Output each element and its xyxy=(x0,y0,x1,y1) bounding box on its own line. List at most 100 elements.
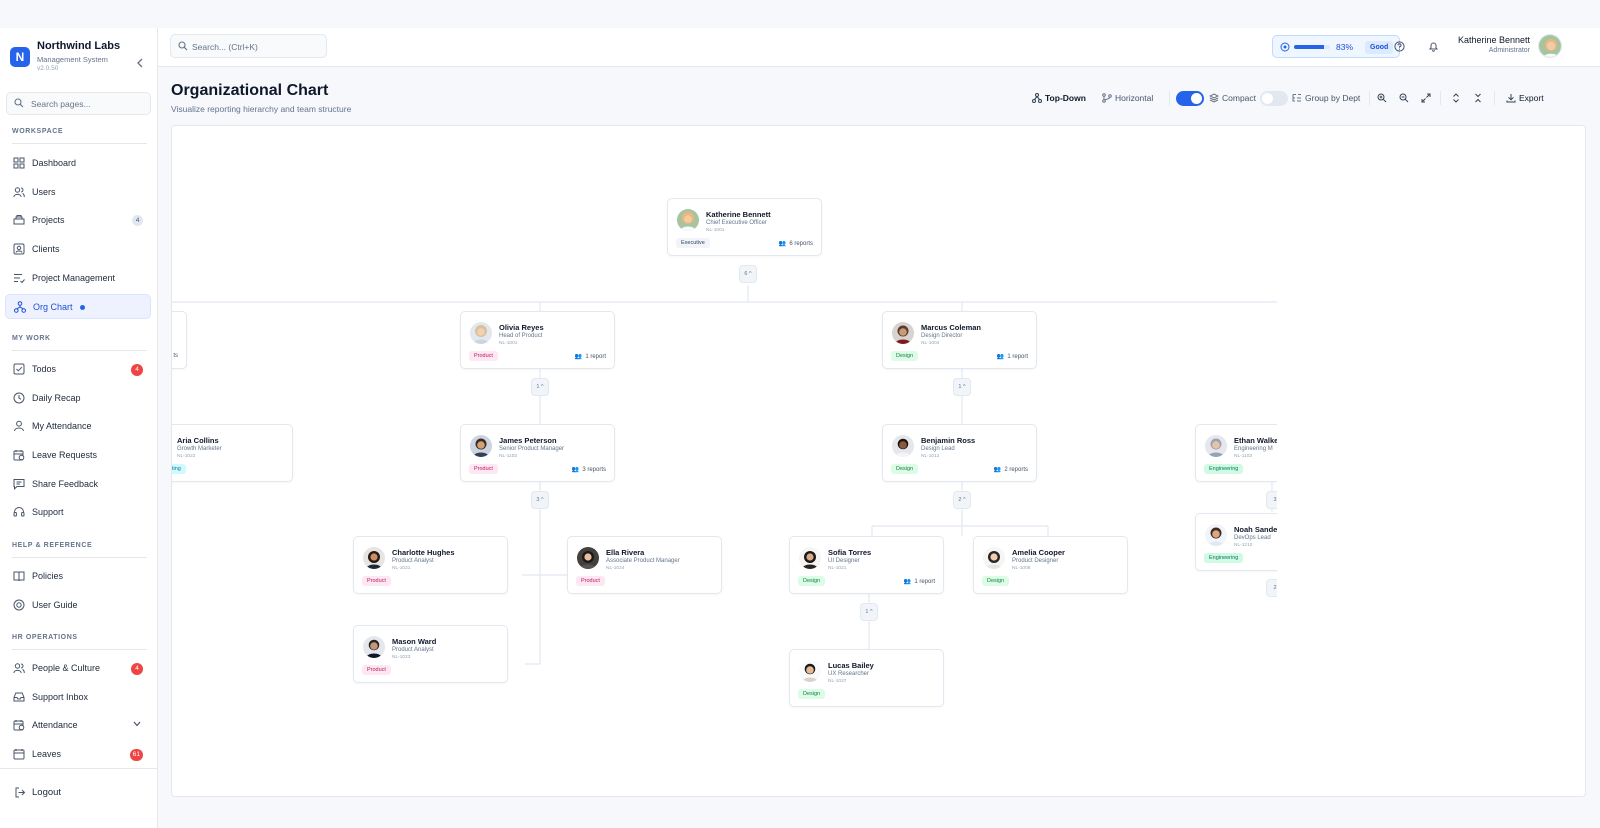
department-badge: Product xyxy=(576,576,605,586)
sidebar-item-clients[interactable]: Clients xyxy=(5,237,151,262)
org-card-sofia-torres[interactable]: Sofia Torres UI Designer NL-1021 Design … xyxy=(789,536,944,594)
person-title: DevOps Lead xyxy=(1234,535,1271,541)
person-id: NL-1021 xyxy=(828,566,847,571)
person-name: Ella Rivera xyxy=(606,548,645,557)
sidebar-item-people-culture[interactable]: People & Culture 4 xyxy=(5,656,151,681)
user-name[interactable]: Katherine Bennett xyxy=(1458,35,1530,45)
user-avatar[interactable] xyxy=(1538,34,1562,58)
org-card-mason-ward[interactable]: Mason Ward Product Analyst NL-1023 Produ… xyxy=(353,625,508,683)
expand-toggle-button[interactable]: 1 ^ xyxy=(860,603,878,621)
sidebar-item-org-chart[interactable]: Org Chart xyxy=(5,294,151,319)
org-chart-canvas[interactable]: Katherine Bennett Chief Executive Office… xyxy=(171,125,1586,797)
sidebar-item-projects[interactable]: Projects 4 xyxy=(5,208,151,233)
department-badge: Product xyxy=(362,665,391,675)
sidebar-item-project-management[interactable]: Project Management xyxy=(5,266,151,291)
expand-toggle-button[interactable]: 1 ^ xyxy=(953,378,971,396)
collapse-all-icon[interactable] xyxy=(1473,93,1483,103)
avatar xyxy=(363,547,385,569)
org-card-lucas-bailey[interactable]: Lucas Bailey UX Researcher NL-1037 Desig… xyxy=(789,649,944,707)
org-card-aria-collins[interactable]: Aria Collins Growth Marketer NL-1022 tin… xyxy=(172,424,293,482)
org-card-james-peterson[interactable]: James Peterson Senior Product Manager NL… xyxy=(460,424,615,482)
brand[interactable]: N Northwind Labs Management System v2.0.… xyxy=(8,38,153,74)
expand-toggle-button[interactable]: 3 xyxy=(1266,491,1277,509)
projects-count-badge: 4 xyxy=(132,215,143,226)
top-down-label: Top-Down xyxy=(1045,93,1086,103)
sidebar-item-attendance[interactable]: Attendance xyxy=(5,713,151,738)
org-card-olivia-reyes[interactable]: Olivia Reyes Head of Product NL-1001 Pro… xyxy=(460,311,615,369)
users-icon: 👥 xyxy=(993,467,1002,473)
person-name: Noah Sande xyxy=(1234,525,1277,534)
sidebar-item-label: People & Culture xyxy=(32,663,101,673)
divider xyxy=(12,649,147,650)
sidebar-item-dashboard[interactable]: Dashboard xyxy=(5,151,151,176)
sidebar-item-leaves[interactable]: Leaves 61 xyxy=(5,742,151,767)
org-card-ethan-walker[interactable]: Ethan Walke Engineering M NL-1103 Engine… xyxy=(1195,424,1277,482)
sidebar-search-placeholder: Search pages... xyxy=(31,99,91,109)
zoom-in-icon[interactable] xyxy=(1377,93,1387,103)
compact-toggle[interactable] xyxy=(1176,91,1204,106)
sidebar-item-daily-recap[interactable]: Daily Recap xyxy=(5,386,151,411)
org-card-charlotte-hughes[interactable]: Charlotte Hughes Product Analyst NL-1021… xyxy=(353,536,508,594)
group-by-dept-toggle[interactable] xyxy=(1260,91,1288,106)
users-icon xyxy=(13,187,25,198)
bell-icon[interactable] xyxy=(1428,41,1439,52)
sidebar-item-label: User Guide xyxy=(32,600,78,610)
global-search-input[interactable]: Search... (Ctrl+K) xyxy=(170,34,327,58)
sidebar-item-support[interactable]: Support xyxy=(5,500,151,525)
sidebar-search-input[interactable]: Search pages... xyxy=(6,92,151,115)
chevron-left-icon xyxy=(137,58,143,68)
sidebar-item-policies[interactable]: Policies xyxy=(5,564,151,589)
group-by-dept-label: Group by Dept xyxy=(1305,93,1361,103)
sidebar-item-label: Clients xyxy=(32,244,60,254)
logout-button[interactable]: Logout xyxy=(5,780,151,805)
toggle-knob xyxy=(1191,93,1202,104)
expand-toggle-button[interactable]: 2 ^ xyxy=(953,491,971,509)
sidebar-item-share-feedback[interactable]: Share Feedback xyxy=(5,472,151,497)
logout-icon xyxy=(15,787,26,798)
expand-toggle-button[interactable]: 3 ^ xyxy=(531,491,549,509)
users-icon: 👥 xyxy=(571,467,580,473)
sidebar-item-label: My Attendance xyxy=(32,421,92,431)
person-id: NL-1037 xyxy=(828,679,847,684)
org-card-marcus-coleman[interactable]: Marcus Coleman Design Director NL-1004 D… xyxy=(882,311,1037,369)
expand-toggle-button[interactable]: 6 ^ xyxy=(739,265,757,283)
maximize-icon[interactable] xyxy=(1421,93,1431,103)
person-id: NL-1022 xyxy=(177,454,196,459)
person-name: Charlotte Hughes xyxy=(392,548,455,557)
sidebar-item-user-guide[interactable]: User Guide xyxy=(5,593,151,618)
sidebar-item-label: Dashboard xyxy=(32,158,77,168)
sidebar-item-label: Projects xyxy=(32,215,65,225)
zoom-out-icon[interactable] xyxy=(1399,93,1409,103)
sidebar-item-todos[interactable]: Todos 4 xyxy=(5,357,151,382)
expand-toggle-button[interactable]: 2 xyxy=(1266,579,1277,597)
org-card-amelia-cooper[interactable]: Amelia Cooper Product Designer NL-1008 D… xyxy=(973,536,1128,594)
performance-indicator[interactable]: 83% Good xyxy=(1272,35,1400,58)
toolbar-separator xyxy=(1494,91,1495,105)
department-badge: Design xyxy=(798,689,826,699)
sidebar-item-users[interactable]: Users xyxy=(5,180,151,205)
org-card-partial-left[interactable]: ts xyxy=(172,311,187,369)
department-badge: Executive xyxy=(676,238,710,248)
projects-icon xyxy=(13,215,25,225)
expand-all-icon[interactable] xyxy=(1451,93,1461,103)
todos-count-badge: 4 xyxy=(131,364,143,376)
org-card-benjamin-ross[interactable]: Benjamin Ross Design Lead NL-1012 Design… xyxy=(882,424,1037,482)
help-icon[interactable] xyxy=(1394,41,1405,52)
sidebar-item-label: Org Chart xyxy=(33,302,73,312)
person-name: Olivia Reyes xyxy=(499,323,544,332)
expand-toggle-button[interactable]: 1 ^ xyxy=(531,378,549,396)
sidebar-item-my-attendance[interactable]: My Attendance xyxy=(5,414,151,439)
person-name: Katherine Bennett xyxy=(706,210,771,219)
org-card-noah-sanders[interactable]: Noah Sande DevOps Lead NL-1210 Engineeri… xyxy=(1195,513,1277,571)
person-id: NL-1102 xyxy=(499,454,518,459)
org-card-ella-rivera[interactable]: Ella Rivera Associate Product Manager NL… xyxy=(567,536,722,594)
reports-count: 👥 2 reports xyxy=(993,467,1028,473)
person-title: Product Analyst xyxy=(392,647,434,653)
git-branch-icon xyxy=(1102,93,1112,103)
person-name: Benjamin Ross xyxy=(921,436,976,445)
sidebar-item-support-inbox[interactable]: Support Inbox xyxy=(5,685,151,710)
layers-icon xyxy=(1209,93,1219,103)
sidebar-item-leave-requests[interactable]: Leave Requests xyxy=(5,443,151,468)
org-card-katherine-bennett[interactable]: Katherine Bennett Chief Executive Office… xyxy=(667,198,822,256)
collapse-sidebar-button[interactable] xyxy=(136,58,144,71)
